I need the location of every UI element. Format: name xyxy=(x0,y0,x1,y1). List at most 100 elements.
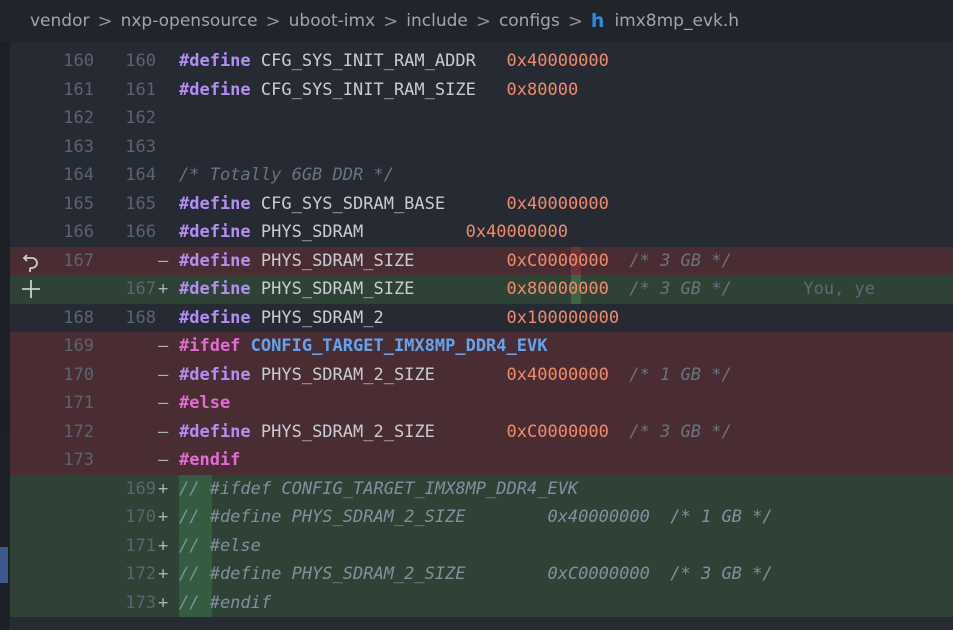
code-comment: // #ifdef CONFIG_TARGET_IMX8MP_DDR4_EVK xyxy=(179,478,579,499)
code-line[interactable]: 160 160 #define CFG_SYS_INIT_RAM_ADDR 0x… xyxy=(10,47,953,76)
macro-name: PHYS_SDRAM_2_SIZE xyxy=(250,364,507,385)
deleted-code-line[interactable]: 171 — #else xyxy=(10,389,953,418)
activity-strip xyxy=(0,42,10,630)
breadcrumb-item-include[interactable]: include xyxy=(406,11,468,31)
old-line-number: 162 xyxy=(63,108,94,128)
code-comment: /* 1 GB */ xyxy=(608,364,732,385)
code-text: #ifdef CONFIG_TARGET_IMX8MP_DDR4_EVK xyxy=(179,332,547,361)
breadcrumb-item-configs[interactable]: configs xyxy=(499,11,560,31)
chevron-right-icon: > xyxy=(383,10,399,32)
macro-name: PHYS_SDRAM_2_SIZE xyxy=(250,421,507,442)
hex-value: 0xC0000000 xyxy=(506,250,609,271)
code-comment: /* 3 GB */ xyxy=(608,250,732,271)
git-blame-hint: You, ye xyxy=(731,279,876,299)
preprocessor-keyword: #else xyxy=(179,393,231,413)
new-line-number: 161 xyxy=(125,79,156,100)
diff-removed-marker: — xyxy=(158,364,169,385)
preprocessor-keyword: #define xyxy=(179,421,251,442)
new-line-number: 173 xyxy=(125,592,156,613)
hex-value: 0x40000000 xyxy=(506,364,609,385)
code-line[interactable]: 166 166 #define PHYS_SDRAM 0x40000000 xyxy=(10,218,953,247)
code-line[interactable]: 163 163 xyxy=(10,133,953,162)
preprocessor-keyword: #define xyxy=(179,250,251,271)
old-line-number: 161 xyxy=(63,79,94,100)
new-line-number: 172 xyxy=(125,564,156,584)
hex-value: 0xC0000000 xyxy=(506,421,609,442)
hex-value: 0x80000 xyxy=(506,79,579,100)
old-line-number: 167 xyxy=(63,250,94,271)
diff-editor[interactable]: 160 160 #define CFG_SYS_INIT_RAM_ADDR 0x… xyxy=(0,42,953,630)
preprocessor-keyword: #define xyxy=(179,279,251,299)
preprocessor-keyword: #define xyxy=(179,193,251,214)
chevron-right-icon: > xyxy=(475,10,491,32)
preprocessor-keyword: #define xyxy=(179,307,251,328)
hex-value: 0x40000000 xyxy=(506,51,609,71)
preprocessor-keyword: #define xyxy=(179,222,251,242)
plus-icon[interactable] xyxy=(20,278,42,306)
new-line-number: 166 xyxy=(125,222,156,242)
strip-marker xyxy=(0,400,10,432)
c-header-file-icon: h xyxy=(590,10,605,32)
code-line[interactable]: 162 162 xyxy=(10,104,953,133)
new-line-number: 162 xyxy=(125,108,156,128)
diff-removed-marker: — xyxy=(158,450,169,470)
code-line[interactable]: 165 165 #define CFG_SYS_SDRAM_BASE 0x400… xyxy=(10,190,953,219)
code-comment: // #define PHYS_SDRAM_2_SIZE 0xC0000000 … xyxy=(179,564,773,584)
diff-added-marker: + xyxy=(158,279,169,299)
breadcrumb-file-name[interactable]: imx8mp_evk.h xyxy=(614,11,739,31)
added-code-line[interactable]: 172 + // #define PHYS_SDRAM_2_SIZE 0xC00… xyxy=(10,560,953,589)
macro-name: PHYS_SDRAM xyxy=(250,222,466,242)
old-line-number: 163 xyxy=(63,136,94,157)
code-comment: // #else xyxy=(179,535,261,556)
hex-value: 0x40000000 xyxy=(506,193,609,214)
deleted-code-line[interactable]: 172 — #define PHYS_SDRAM_2_SIZE 0xC00000… xyxy=(10,417,953,447)
diff-removed-marker: — xyxy=(158,421,169,442)
chevron-right-icon: > xyxy=(97,10,113,32)
macro-name: PHYS_SDRAM_SIZE xyxy=(250,250,507,271)
added-code-line[interactable]: 167 + #define PHYS_SDRAM_SIZE 0x80000000… xyxy=(10,275,953,304)
added-code-line[interactable]: 170 + // #define PHYS_SDRAM_2_SIZE 0x400… xyxy=(10,503,953,532)
code-text: #else xyxy=(179,389,230,418)
code-text: #define PHYS_SDRAM_2_SIZE 0xC0000000 /* … xyxy=(179,418,732,447)
added-code-line[interactable]: 169 + // #ifdef CONFIG_TARGET_IMX8MP_DDR… xyxy=(10,474,953,503)
code-comment: /* Totally 6GB DDR */ xyxy=(179,165,394,185)
preprocessor-keyword: #endif xyxy=(179,450,241,470)
breadcrumb-item-nxp-opensource[interactable]: nxp-opensource xyxy=(121,11,258,31)
deleted-code-line[interactable]: 173 — #endif xyxy=(10,446,953,475)
breadcrumb-item-uboot-imx[interactable]: uboot-imx xyxy=(289,11,376,31)
new-line-number: 160 xyxy=(125,51,156,71)
breadcrumb-item-vendor[interactable]: vendor xyxy=(30,11,89,31)
breadcrumb: vendor > nxp-opensource > uboot-imx > in… xyxy=(0,0,953,42)
hex-value: 0x40000000 xyxy=(465,222,568,242)
code-comment: /* 3 GB */ xyxy=(608,279,732,299)
code-text: #define PHYS_SDRAM_2_SIZE 0x40000000 /* … xyxy=(179,361,732,390)
new-line-number: 171 xyxy=(125,535,156,556)
macro-name: CFG_SYS_SDRAM_BASE xyxy=(250,193,507,214)
new-line-number: 164 xyxy=(125,165,156,185)
added-code-line[interactable]: 173 + // #endif xyxy=(10,588,953,617)
code-line[interactable]: 168 168 #define PHYS_SDRAM_2 0x100000000 xyxy=(10,304,953,333)
chevron-right-icon: > xyxy=(265,10,281,32)
strip-active-marker xyxy=(0,547,8,583)
revert-icon[interactable] xyxy=(22,252,40,279)
old-line-number: 166 xyxy=(63,222,94,242)
preprocessor-keyword: #define xyxy=(179,79,251,100)
code-text: #endif xyxy=(179,446,240,475)
deleted-code-line[interactable]: 167 — #define PHYS_SDRAM_SIZE 0xC0000000… xyxy=(10,246,953,275)
old-line-number: 171 xyxy=(63,393,94,413)
added-code-line[interactable]: 171 + // #else xyxy=(10,531,953,560)
deleted-code-line[interactable]: 169 — #ifdef CONFIG_TARGET_IMX8MP_DDR4_E… xyxy=(10,332,953,361)
preprocessor-keyword: #define xyxy=(179,364,251,385)
code-line[interactable]: 161 161 #define CFG_SYS_INIT_RAM_SIZE 0x… xyxy=(10,76,953,105)
preprocessor-keyword: #define xyxy=(179,51,251,71)
old-line-number: 170 xyxy=(63,364,94,385)
old-line-number: 160 xyxy=(63,51,94,71)
deleted-code-line[interactable]: 170 — #define PHYS_SDRAM_2_SIZE 0x400000… xyxy=(10,360,953,390)
new-line-number: 169 xyxy=(125,478,156,499)
macro-name: PHYS_SDRAM_2 xyxy=(250,307,507,328)
new-line-number: 163 xyxy=(125,136,156,157)
preprocessor-keyword: #ifdef xyxy=(179,336,241,356)
code-line[interactable]: 164 164 /* Totally 6GB DDR */ xyxy=(10,161,953,190)
code-comment: // #endif xyxy=(179,592,272,613)
code-text: #define PHYS_SDRAM_2 0x100000000 xyxy=(179,304,619,333)
